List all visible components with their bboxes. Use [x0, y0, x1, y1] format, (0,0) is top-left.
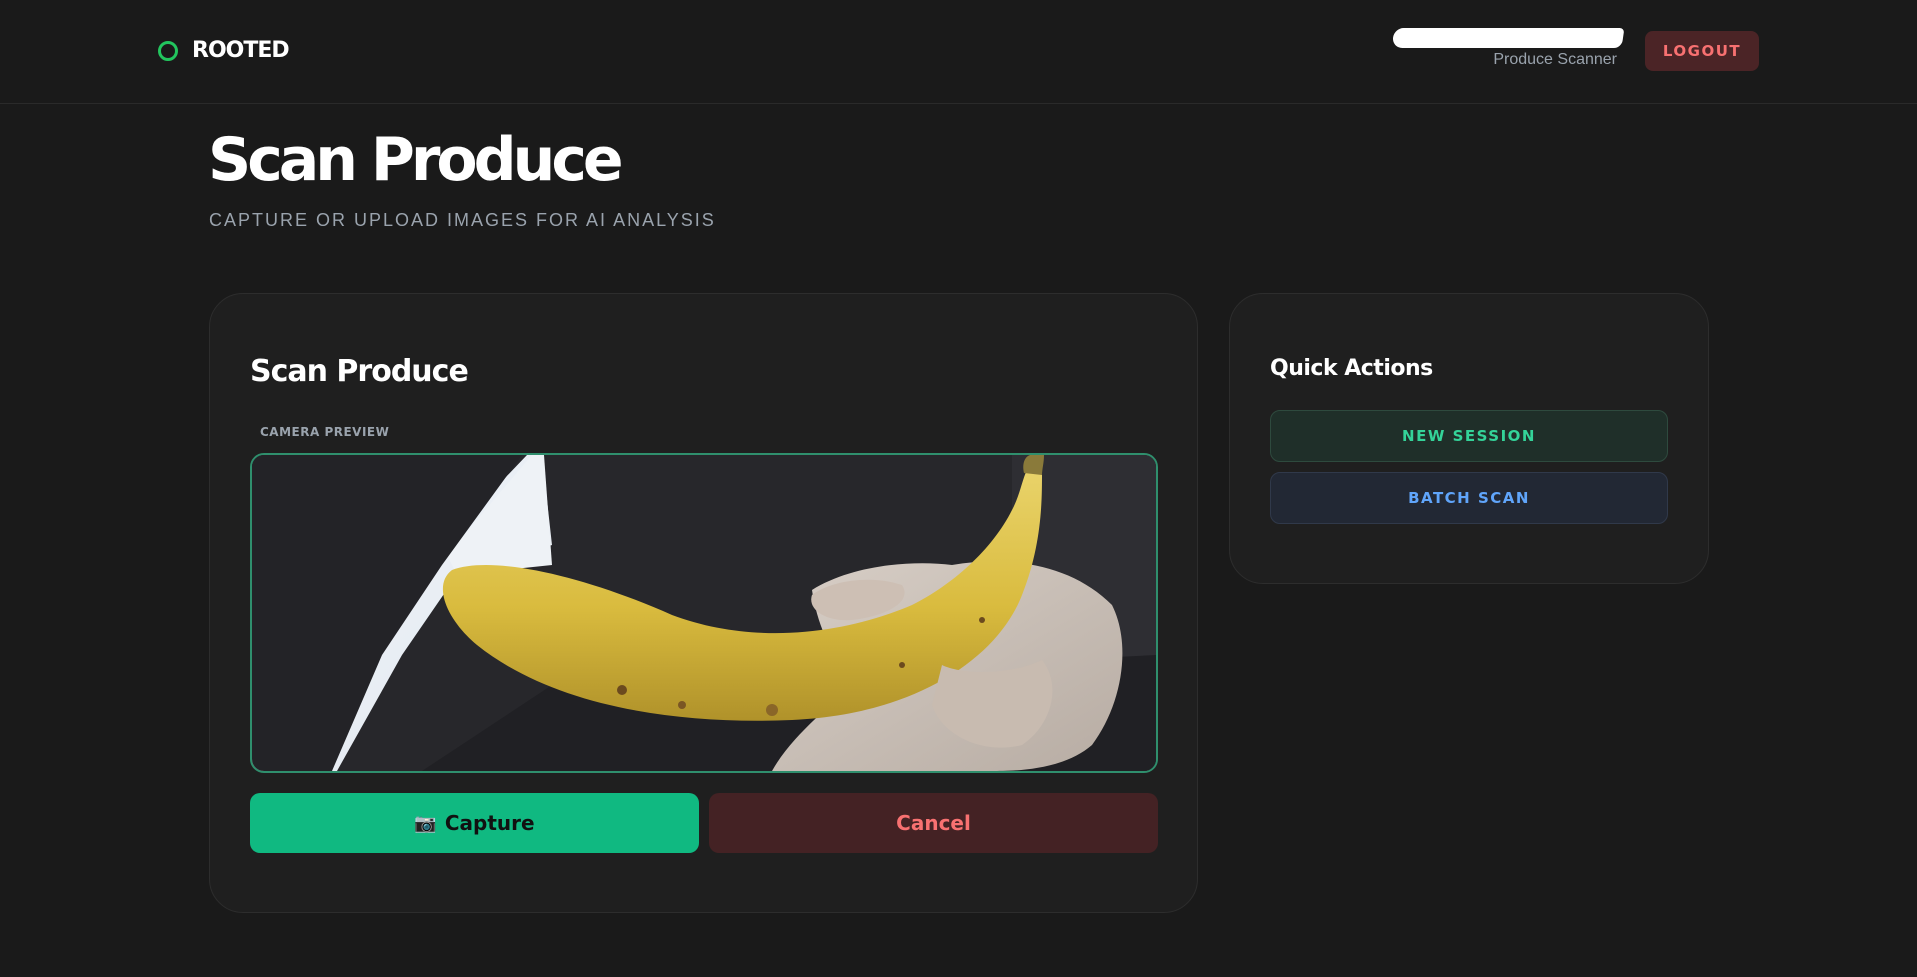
quick-actions-card: Quick Actions NEW SESSION BATCH SCAN: [1229, 293, 1709, 584]
user-role: Produce Scanner: [1493, 51, 1617, 68]
redacted-user-name: [1391, 28, 1625, 48]
brand-name: ROOTED: [192, 38, 290, 63]
brand-logo[interactable]: ROOTED: [158, 38, 290, 63]
camera-icon: 📷: [414, 812, 437, 834]
batch-scan-button[interactable]: BATCH SCAN: [1270, 472, 1668, 524]
user-info: Produce Scanner: [1391, 28, 1625, 69]
scan-produce-card: Scan Produce CAMERA PREVIEW 📷 Capture Ca…: [209, 293, 1198, 913]
camera-feed-image: [252, 455, 1156, 771]
cancel-button[interactable]: Cancel: [709, 793, 1158, 853]
page-subtitle: CAPTURE OR UPLOAD IMAGES FOR AI ANALYSIS: [209, 210, 716, 230]
page-title: Scan Produce: [208, 125, 624, 195]
camera-preview: [250, 453, 1158, 773]
top-navigation-bar: ROOTED Produce Scanner LOGOUT: [0, 0, 1917, 104]
card-title: Scan Produce: [250, 354, 469, 389]
capture-button[interactable]: 📷 Capture: [250, 793, 699, 853]
camera-preview-label: CAMERA PREVIEW: [260, 425, 390, 439]
capture-label: Capture: [444, 811, 535, 835]
status-ring-icon: [158, 40, 178, 61]
quick-actions-title: Quick Actions: [1270, 356, 1433, 381]
new-session-button[interactable]: NEW SESSION: [1270, 410, 1668, 462]
logout-button[interactable]: LOGOUT: [1645, 31, 1759, 71]
